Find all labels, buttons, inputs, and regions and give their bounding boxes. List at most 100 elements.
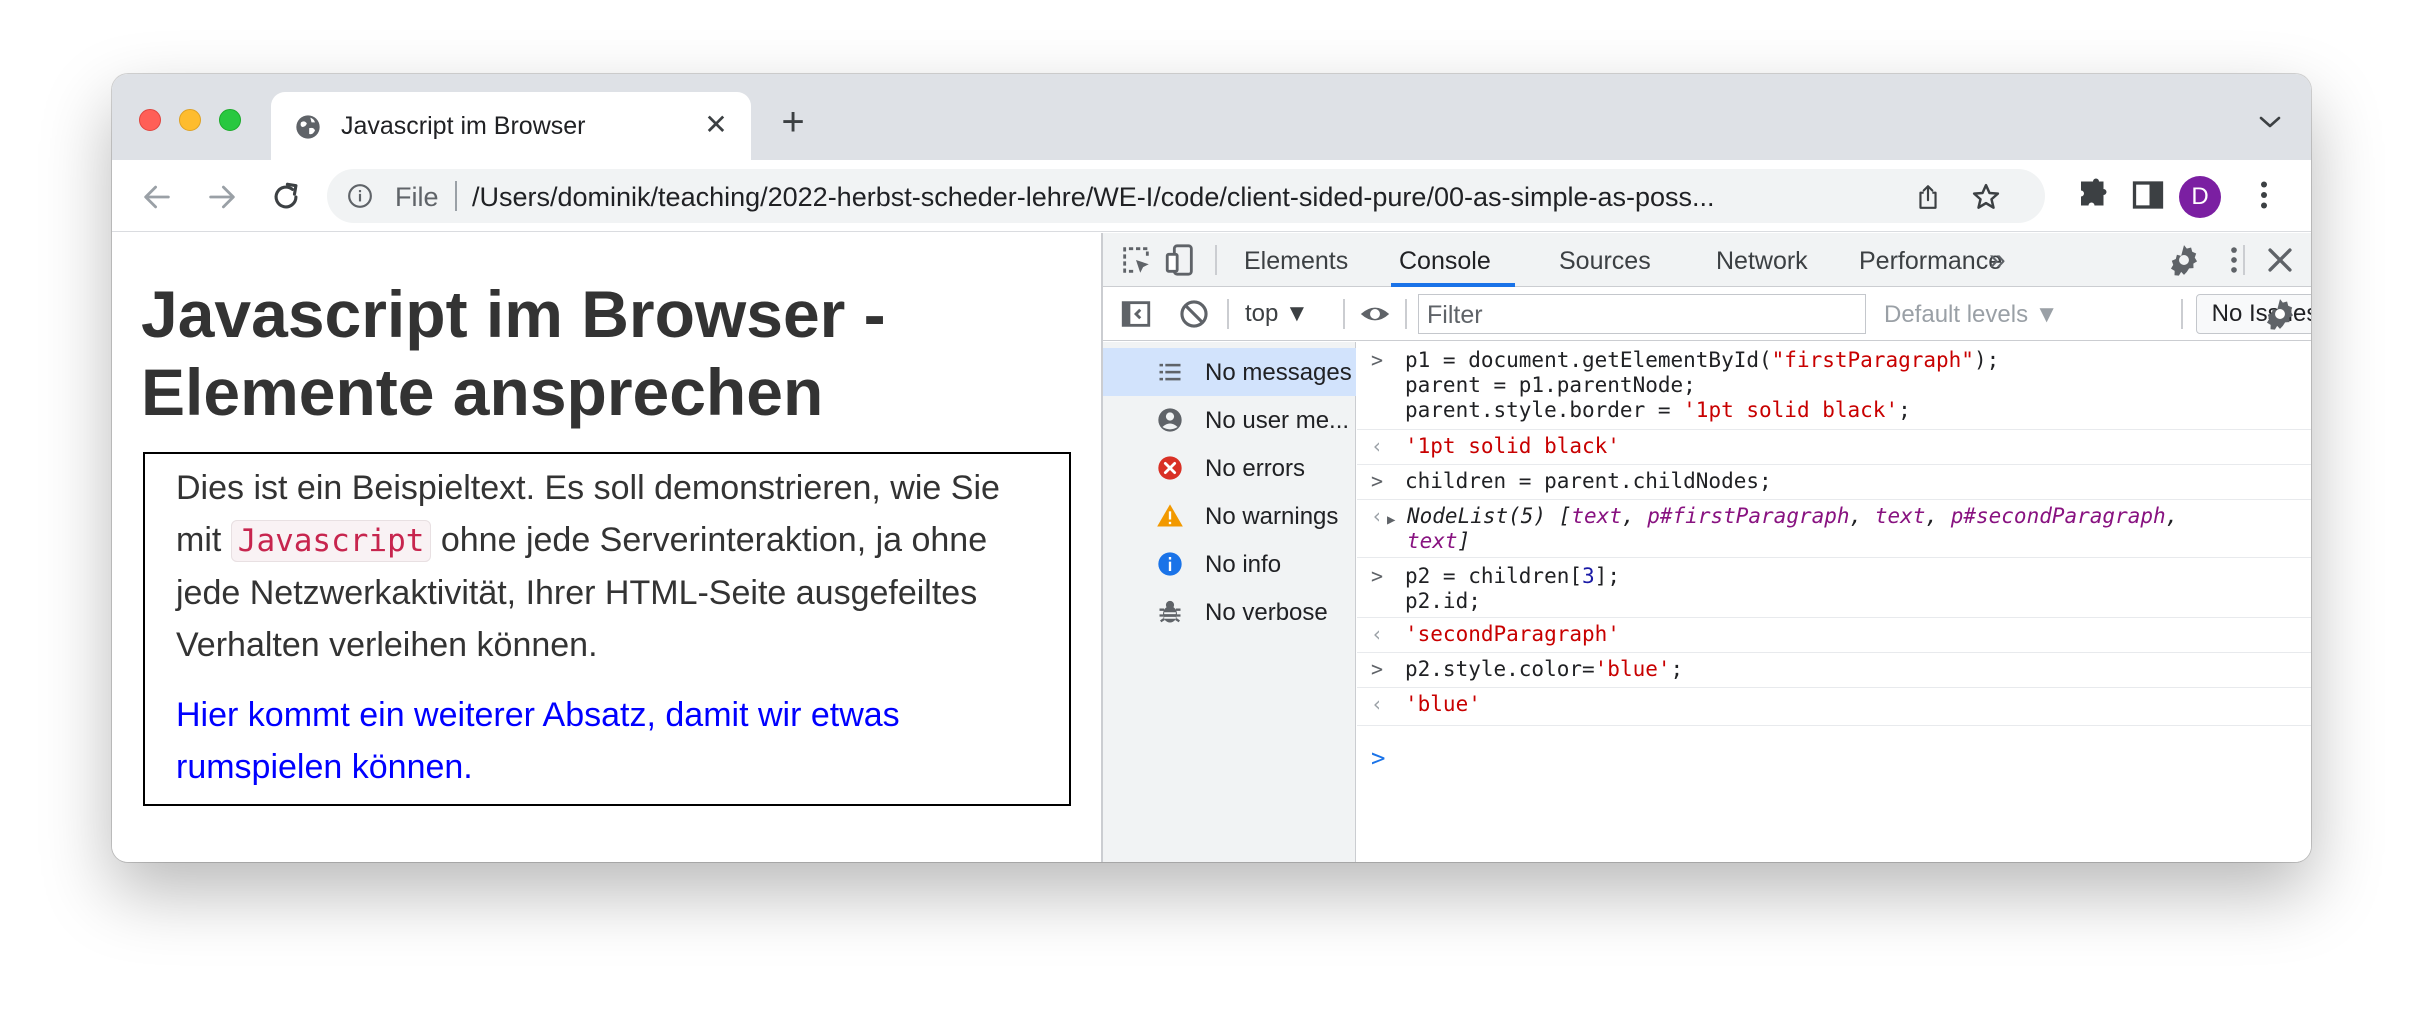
expand-triangle-icon[interactable]: ▶: [1387, 512, 1395, 528]
sidebar-toggle-icon[interactable]: [1119, 297, 1153, 331]
extensions-icon[interactable]: [2075, 177, 2111, 213]
console-input-prompt[interactable]: >: [1371, 744, 1385, 772]
sidebar-item-errors[interactable]: No errors: [1103, 444, 1356, 492]
close-icon[interactable]: [2263, 243, 2297, 277]
toolbar-divider: [1405, 299, 1407, 329]
tab-search-icon[interactable]: [2257, 112, 2283, 132]
sidebar-item-label: No warnings: [1205, 503, 1339, 530]
inline-code: Javascript: [230, 520, 432, 562]
clear-console-icon[interactable]: [1177, 297, 1211, 331]
warning-icon: [1157, 504, 1183, 527]
user-icon: [1158, 408, 1182, 432]
sidebar-item-label: No errors: [1205, 455, 1306, 482]
kebab-menu-icon[interactable]: [2246, 177, 2282, 213]
first-paragraph: Dies ist ein Beispieltext. Es soll demon…: [176, 462, 1049, 671]
console-input-entry: > p2.style.color='blue';: [1357, 653, 2311, 688]
address-bar[interactable]: File /Users/dominik/teaching/2022-herbst…: [327, 169, 2045, 223]
bug-icon: [1159, 600, 1181, 623]
new-tab-button[interactable]: +: [775, 102, 811, 142]
log-levels-dropdown[interactable]: Default levels ▼: [1884, 301, 2059, 329]
devtools-panel: Elements Console Sources Network Perform…: [1101, 233, 2311, 862]
forward-arrow-icon[interactable]: [205, 180, 239, 214]
console-result: 'blue': [1405, 692, 1481, 716]
zoom-window-button[interactable]: [219, 109, 241, 131]
sidebar-item-user-messages[interactable]: No user me...: [1103, 396, 1356, 444]
minimize-window-button[interactable]: [179, 109, 201, 131]
sidebar-item-label: No verbose: [1205, 599, 1328, 626]
browser-tab[interactable]: Javascript im Browser ✕: [271, 92, 751, 160]
list-icon: [1159, 363, 1181, 381]
sidebar-item-warnings[interactable]: No warnings: [1103, 492, 1356, 540]
prompt-chevron-icon: >: [1371, 469, 1384, 493]
omnibox-divider: [455, 181, 457, 211]
side-panel-icon[interactable]: [2130, 177, 2166, 213]
tab-title: Javascript im Browser: [341, 112, 586, 140]
sidebar-item-messages[interactable]: No messages: [1103, 348, 1356, 396]
url-text[interactable]: /Users/dominik/teaching/2022-herbst-sche…: [472, 182, 1872, 213]
console-toolbar: top ▼ Filter Default levels ▼ No Issues: [1103, 287, 2311, 341]
sidebar-item-verbose[interactable]: No verbose: [1103, 588, 1356, 636]
console-output[interactable]: > p1 = document.getElementById("firstPar…: [1357, 342, 2311, 862]
result-arrow-icon: ‹: [1371, 434, 1384, 458]
console-result-entry: ‹ 'blue': [1357, 688, 2311, 726]
context-selector[interactable]: top ▼: [1245, 300, 1309, 328]
reload-icon[interactable]: [269, 180, 303, 214]
page-heading: Javascript im Browser - Elemente ansprec…: [141, 277, 886, 429]
result-arrow-icon: ‹: [1371, 622, 1384, 646]
tab-elements[interactable]: Elements: [1244, 247, 1348, 276]
tab-strip: Javascript im Browser ✕ +: [112, 74, 2311, 160]
tab-performance[interactable]: Performance: [1859, 247, 2002, 276]
sidebar-item-label: No info: [1205, 551, 1282, 578]
console-result: 'secondParagraph': [1405, 622, 1620, 646]
gear-icon[interactable]: [2263, 297, 2297, 331]
second-paragraph: Hier kommt ein weiterer Absatz, damit wi…: [176, 696, 900, 786]
tab-network[interactable]: Network: [1716, 247, 1808, 276]
toolbar-divider: [2181, 299, 2183, 329]
eye-icon[interactable]: [1358, 297, 1392, 331]
sidebar-item-info[interactable]: No info: [1103, 540, 1356, 588]
console-result-entry[interactable]: ‹ ▶ NodeList(5) [text, p#firstParagraph,…: [1357, 500, 2311, 558]
bordered-container: Dies ist ein Beispieltext. Es soll demon…: [143, 452, 1071, 806]
console-command: p2.style.color='blue';: [1405, 657, 1684, 681]
console-command: children = parent.childNodes;: [1405, 469, 1772, 493]
info-icon[interactable]: [347, 183, 373, 209]
error-icon: [1158, 456, 1182, 480]
page-viewport: Javascript im Browser - Elemente ansprec…: [112, 233, 1101, 862]
share-icon[interactable]: [1915, 183, 1941, 211]
back-arrow-icon[interactable]: [140, 180, 174, 214]
profile-avatar[interactable]: D: [2179, 176, 2221, 218]
filter-input[interactable]: Filter: [1418, 294, 1866, 334]
result-arrow-icon: ‹: [1371, 504, 1384, 528]
result-arrow-icon: ‹: [1371, 692, 1384, 716]
console-input-entry: > p1 = document.getElementById("firstPar…: [1357, 342, 2311, 430]
scheme-label: File: [395, 182, 439, 212]
gear-icon[interactable]: [2167, 243, 2201, 277]
console-sidebar: No messages No user me... No errors No w…: [1103, 342, 1356, 862]
toolbar-divider: [1227, 299, 1229, 329]
console-input-entry: > p2 = children[3]; p2.id;: [1357, 558, 2311, 618]
more-tabs-button[interactable]: »: [1989, 243, 2006, 277]
sidebar-item-label: No user me...: [1205, 407, 1350, 434]
console-result-entry: ‹ '1pt solid black': [1357, 430, 2311, 465]
toolbar-divider: [1343, 299, 1345, 329]
prompt-chevron-icon: >: [1371, 348, 1384, 372]
prompt-chevron-icon: >: [1371, 564, 1384, 588]
globe-icon: [296, 115, 320, 139]
device-toolbar-icon[interactable]: [1163, 243, 1197, 277]
tab-console[interactable]: Console: [1399, 247, 1491, 276]
kebab-menu-icon[interactable]: [2217, 243, 2251, 277]
browser-window: Javascript im Browser ✕ + File /Users/do…: [112, 74, 2311, 862]
browser-toolbar: File /Users/dominik/teaching/2022-herbst…: [112, 160, 2311, 232]
inspect-element-icon[interactable]: [1119, 243, 1153, 277]
info-icon: [1158, 552, 1182, 576]
prompt-chevron-icon: >: [1371, 657, 1384, 681]
sidebar-item-label: No messages: [1205, 359, 1352, 386]
console-result: '1pt solid black': [1405, 434, 1620, 458]
close-window-button[interactable]: [139, 109, 161, 131]
tab-close-icon[interactable]: ✕: [699, 108, 733, 142]
console-result: NodeList(5) [text, p#firstParagraph, tex…: [1407, 504, 2179, 553]
tab-sources[interactable]: Sources: [1559, 247, 1651, 276]
star-icon[interactable]: [1971, 182, 2001, 212]
console-input-entry: > children = parent.childNodes;: [1357, 465, 2311, 500]
console-command: p2 = children[3]; p2.id;: [1405, 564, 1620, 613]
